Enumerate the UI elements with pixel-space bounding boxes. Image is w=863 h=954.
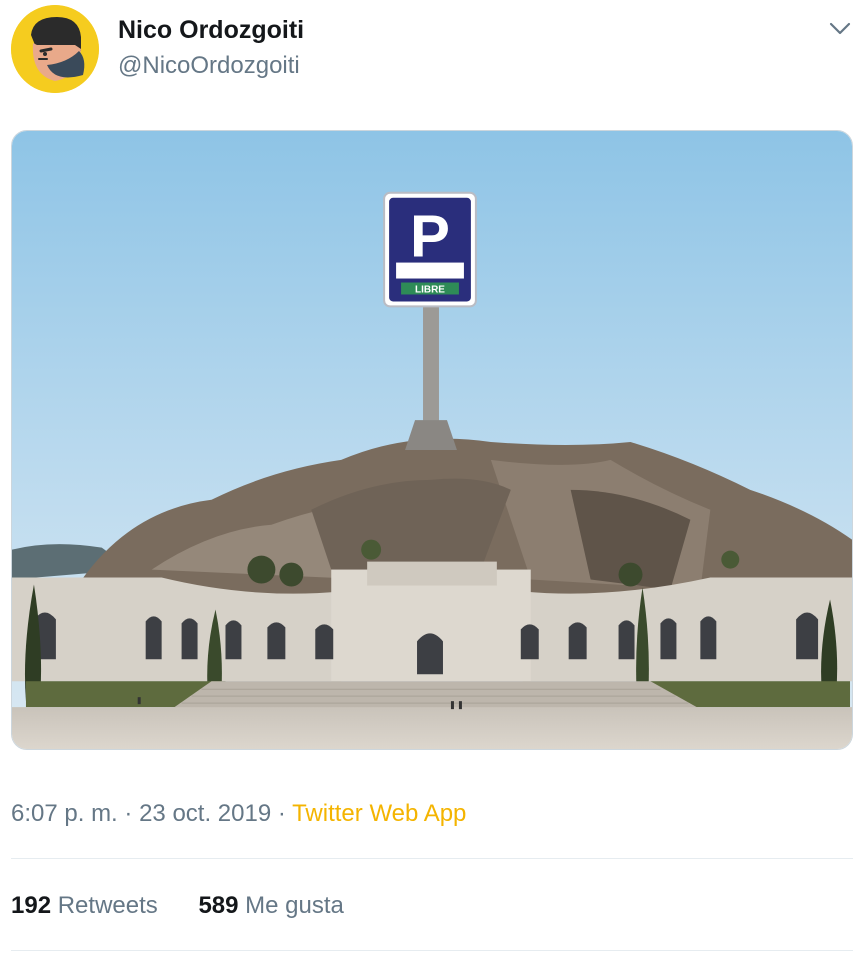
divider <box>11 858 853 859</box>
avatar[interactable] <box>11 5 99 93</box>
likes-count: 589 <box>198 892 239 919</box>
tweet-source-link[interactable]: Twitter Web App <box>292 800 466 827</box>
retweets-count: 192 <box>11 892 52 919</box>
meta-separator: · <box>124 800 133 827</box>
tweet-image[interactable]: P LIBRE <box>11 130 853 750</box>
meta-separator: · <box>277 800 286 827</box>
svg-text:P: P <box>410 203 450 270</box>
tweet-meta: 6:07 p. m. · 23 oct. 2019 · Twitter Web … <box>11 800 466 828</box>
author-name[interactable]: Nico Ordozgoiti <box>118 16 304 45</box>
tweet-date[interactable]: 23 oct. 2019 <box>139 800 271 827</box>
tweet-time[interactable]: 6:07 p. m. <box>11 800 118 827</box>
tweet-stats: 192 Retweets 589 Me gusta <box>11 892 378 920</box>
likes-stat[interactable]: 589 Me gusta <box>198 892 343 919</box>
author-handle[interactable]: @NicoOrdozgoiti <box>118 52 300 80</box>
chevron-down-icon[interactable] <box>826 14 854 42</box>
likes-label: Me gusta <box>245 892 344 919</box>
sign-label: LIBRE <box>415 284 445 295</box>
retweets-label: Retweets <box>57 892 158 919</box>
divider <box>11 950 853 951</box>
cartoon-face-avatar-icon <box>11 5 99 93</box>
retweets-stat[interactable]: 192 Retweets <box>11 892 164 919</box>
